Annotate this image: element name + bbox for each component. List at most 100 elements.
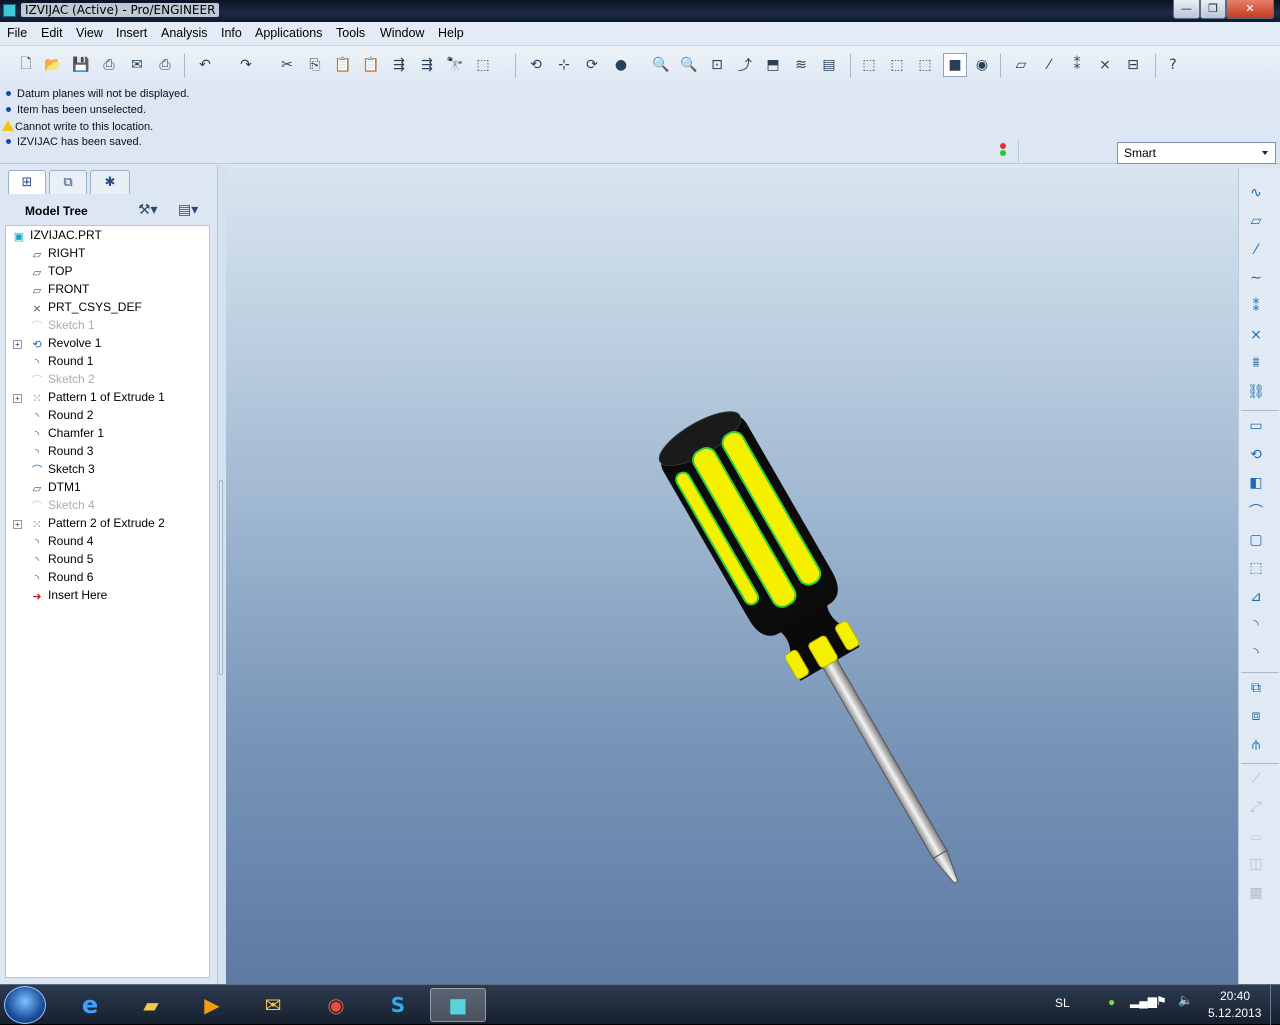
paste-special-icon[interactable]: 📋 xyxy=(361,55,381,75)
print-icon[interactable]: ⎙ xyxy=(99,55,119,75)
start-button[interactable] xyxy=(4,986,46,1024)
chrome-icon[interactable]: ◉ xyxy=(308,988,364,1022)
language-indicator[interactable]: SL xyxy=(1055,996,1070,1010)
menu-insert[interactable]: Insert xyxy=(116,26,147,40)
datum-point-tool-icon[interactable]: ⁑ xyxy=(1243,296,1269,318)
panel-splitter[interactable] xyxy=(217,165,226,985)
regen-manager-icon[interactable]: ⇶ xyxy=(417,55,437,75)
analysis-tool-icon[interactable]: ⩩ xyxy=(1243,352,1269,374)
udf-tool-icon[interactable]: ⛓ xyxy=(1243,381,1269,403)
send-icon[interactable]: ✉ xyxy=(127,55,147,75)
menu-applications[interactable]: Applications xyxy=(255,26,322,40)
show-desktop-button[interactable] xyxy=(1270,985,1280,1025)
shading-icon[interactable]: ■ xyxy=(943,53,967,77)
traffic-light-icon[interactable] xyxy=(998,142,1008,162)
tab-favorites[interactable]: ✱ xyxy=(90,170,130,194)
security-icon[interactable]: ● xyxy=(1108,995,1115,1009)
datum-plane-tool-icon[interactable]: ▱ xyxy=(1243,210,1269,232)
context-help-icon[interactable]: ? xyxy=(1163,55,1183,75)
redraw-icon[interactable]: ⟲ xyxy=(526,55,546,75)
close-button[interactable]: ✕ xyxy=(1226,0,1274,19)
volume-icon[interactable]: 🔈 xyxy=(1178,993,1193,1007)
zoom-in-icon[interactable]: 🔍 xyxy=(651,55,671,75)
print-preview-icon[interactable]: ⎙ xyxy=(155,55,175,75)
tree-columns-icon[interactable]: ▤▾ xyxy=(178,202,198,218)
tab-folder-browser[interactable]: ⧉ xyxy=(49,170,87,194)
datum-curve-tool-icon[interactable]: ∼ xyxy=(1243,267,1269,289)
copy-icon[interactable]: ⎘ xyxy=(305,55,325,75)
orient-icon[interactable]: ⟳ xyxy=(582,55,602,75)
refit-icon[interactable]: ⊡ xyxy=(707,55,727,75)
hole-icon[interactable]: ⌒ xyxy=(1243,500,1269,522)
outlook-icon[interactable]: ✉ xyxy=(245,988,301,1022)
save-icon[interactable]: 💾 xyxy=(71,55,91,75)
internet-explorer-icon[interactable]: e xyxy=(62,988,118,1022)
maximize-button[interactable]: ❐ xyxy=(1200,0,1226,19)
wireframe-icon[interactable]: ⬚ xyxy=(859,55,879,75)
mirror-icon[interactable]: ⧈ xyxy=(1243,705,1269,727)
paste-icon[interactable]: 📋 xyxy=(333,55,353,75)
annotations-icon[interactable]: ⊟ xyxy=(1123,55,1143,75)
file-explorer-icon[interactable]: ▰ xyxy=(123,988,179,1022)
csys-tool-icon[interactable]: ⨯ xyxy=(1243,324,1269,346)
trim-icon[interactable]: ⟋ xyxy=(1243,768,1269,790)
datum-points-icon[interactable]: ⁑ xyxy=(1067,55,1087,75)
expand-icon[interactable]: + xyxy=(13,520,22,529)
datum-axis-tool-icon[interactable]: ⁄ xyxy=(1243,239,1269,261)
proe-icon[interactable]: ■ xyxy=(430,988,486,1022)
action-center-icon[interactable]: ⚑ xyxy=(1156,994,1167,1008)
graphics-window[interactable] xyxy=(226,168,1238,984)
datum-axes-icon[interactable]: ⁄ xyxy=(1039,55,1059,75)
new-icon[interactable]: 🗋 xyxy=(16,55,36,75)
minimize-button[interactable]: — xyxy=(1173,0,1200,19)
network-icon[interactable]: ▂▄▆ xyxy=(1130,994,1157,1008)
clock-date[interactable]: 5.12.2013 xyxy=(1208,1006,1261,1020)
tree-settings-icon[interactable]: ⚒▾ xyxy=(138,202,158,218)
chamfer-tool-icon[interactable]: ◝ xyxy=(1243,642,1269,664)
clock-time[interactable]: 20:40 xyxy=(1220,989,1250,1003)
regenerate-icon[interactable]: ⇶ xyxy=(389,55,409,75)
datum-planes-icon[interactable]: ▱ xyxy=(1011,55,1031,75)
view-manager-icon[interactable]: ▤ xyxy=(819,55,839,75)
menu-tools[interactable]: Tools xyxy=(336,26,365,40)
select-box-icon[interactable]: ⬚ xyxy=(473,55,493,75)
selection-filter-select[interactable]: Smart xyxy=(1117,142,1276,164)
menu-info[interactable]: Info xyxy=(221,26,242,40)
skype-icon[interactable]: S xyxy=(370,988,426,1022)
undo-icon[interactable]: ↶ xyxy=(195,55,215,75)
extrude-icon[interactable]: ▭ xyxy=(1243,415,1269,437)
solidify-icon[interactable]: ▩ xyxy=(1243,882,1269,904)
no-hidden-icon[interactable]: ⬚ xyxy=(915,55,935,75)
menu-view[interactable]: View xyxy=(76,26,103,40)
menu-file[interactable]: File xyxy=(7,26,27,40)
csys-icon[interactable]: ⨯ xyxy=(1095,55,1115,75)
cut-icon[interactable]: ✂ xyxy=(277,55,297,75)
media-player-icon[interactable]: ▶ xyxy=(184,988,240,1022)
thicken-icon[interactable]: ◫ xyxy=(1243,853,1269,875)
menu-analysis[interactable]: Analysis xyxy=(161,26,208,40)
menu-window[interactable]: Window xyxy=(380,26,424,40)
pattern-tool-icon[interactable]: ⧉ xyxy=(1243,677,1269,699)
hidden-line-icon[interactable]: ⬚ xyxy=(887,55,907,75)
menu-edit[interactable]: Edit xyxy=(41,26,63,40)
saved-views-icon[interactable]: ⬒ xyxy=(763,55,783,75)
menu-help[interactable]: Help xyxy=(438,26,464,40)
open-icon[interactable]: 📂 xyxy=(43,55,63,75)
merge-icon[interactable]: ⫛ xyxy=(1243,734,1269,756)
extend-icon[interactable]: ⤢ xyxy=(1243,796,1269,818)
appearance-icon[interactable]: ● xyxy=(611,55,631,75)
layers-icon[interactable]: ≋ xyxy=(791,55,811,75)
tab-model-tree[interactable]: ⊞ xyxy=(8,170,46,194)
find-icon[interactable]: 🔭 xyxy=(445,55,465,75)
expand-icon[interactable]: + xyxy=(13,394,22,403)
spin-center-icon[interactable]: ⊹ xyxy=(554,55,574,75)
revolve-tool-icon[interactable]: ⟲ xyxy=(1243,444,1269,466)
offset-icon[interactable]: ⌓ xyxy=(1243,825,1269,847)
variable-section-sweep-icon[interactable]: ◧ xyxy=(1243,472,1269,494)
round-tool-icon[interactable]: ◝ xyxy=(1243,614,1269,636)
shell-icon[interactable]: ▢ xyxy=(1243,529,1269,551)
expand-icon[interactable]: + xyxy=(13,340,22,349)
draft-icon[interactable]: ⊿ xyxy=(1243,586,1269,608)
enhanced-realism-icon[interactable]: ◉ xyxy=(972,55,992,75)
redo-icon[interactable]: ↷ xyxy=(236,55,256,75)
